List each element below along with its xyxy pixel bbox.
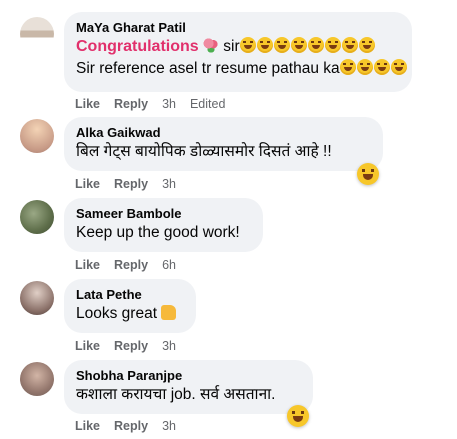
laughing-emoji-icon bbox=[307, 37, 324, 53]
laughing-emoji-icon bbox=[341, 37, 358, 53]
laughing-emoji-icon bbox=[290, 37, 307, 53]
congratulations-text: Congratulations bbox=[76, 38, 199, 55]
comment-text: Keep up the good work! bbox=[76, 224, 240, 241]
laughing-reaction-icon[interactable] bbox=[287, 405, 309, 427]
winking-tongue-emoji-icon bbox=[356, 59, 373, 75]
avatar[interactable] bbox=[20, 119, 54, 153]
timestamp[interactable]: 3h bbox=[162, 97, 176, 111]
reply-button[interactable]: Reply bbox=[114, 97, 148, 111]
comment-text-sir: sir bbox=[218, 38, 240, 55]
thumbs-up-emoji-icon bbox=[161, 305, 177, 320]
reply-button[interactable]: Reply bbox=[114, 339, 148, 353]
author-name[interactable]: Alka Gaikwad bbox=[76, 125, 371, 141]
flower-icon bbox=[202, 37, 219, 53]
comment-actions: Like Reply 3h bbox=[75, 418, 176, 434]
comment-actions: Like Reply 3h bbox=[75, 176, 176, 192]
laughing-emoji-icon bbox=[358, 37, 375, 53]
like-button[interactable]: Like bbox=[75, 177, 100, 191]
author-name[interactable]: MaYa Gharat Patil bbox=[76, 20, 400, 36]
laughing-emoji-icon bbox=[324, 37, 341, 53]
comment-text: कशाला करायचा job. सर्व असताना. bbox=[76, 386, 276, 403]
reply-button[interactable]: Reply bbox=[114, 419, 148, 433]
avatar[interactable] bbox=[20, 200, 54, 234]
comment-text: Looks great bbox=[76, 303, 184, 325]
comment-actions: Like Reply 6h bbox=[75, 257, 176, 273]
like-button[interactable]: Like bbox=[75, 97, 100, 111]
laughing-emoji-icon bbox=[256, 37, 273, 53]
author-name[interactable]: Sameer Bambole bbox=[76, 206, 251, 222]
reply-button[interactable]: Reply bbox=[114, 177, 148, 191]
avatar[interactable] bbox=[20, 17, 54, 51]
laughing-emoji-icon bbox=[239, 37, 256, 53]
comment-bubble: Alka Gaikwad बिल गेट्स बायोपिक डोळ्यासमो… bbox=[64, 117, 383, 171]
avatar[interactable] bbox=[20, 362, 54, 396]
edited-label[interactable]: Edited bbox=[190, 97, 225, 111]
comment-actions: Like Reply 3h bbox=[75, 338, 176, 354]
timestamp[interactable]: 6h bbox=[162, 258, 176, 272]
comment-bubble: Sameer Bambole Keep up the good work! bbox=[64, 198, 263, 252]
comment-text: बिल गेट्स बायोपिक डोळ्यासमोर दिसतं आहे !… bbox=[76, 143, 332, 160]
comment-bubble: Shobha Paranjpe कशाला करायचा job. सर्व अ… bbox=[64, 360, 313, 414]
timestamp[interactable]: 3h bbox=[162, 339, 176, 353]
author-name[interactable]: Shobha Paranjpe bbox=[76, 368, 301, 384]
winking-tongue-emoji-icon bbox=[373, 59, 390, 75]
laughing-emoji-icon bbox=[273, 37, 290, 53]
timestamp[interactable]: 3h bbox=[162, 419, 176, 433]
laughing-reaction-icon[interactable] bbox=[357, 163, 379, 185]
comment-bubble: Lata Pethe Looks great bbox=[64, 279, 196, 333]
like-button[interactable]: Like bbox=[75, 419, 100, 433]
comment-text: Congratulations sir bbox=[76, 36, 400, 58]
laughing-emoji-icon bbox=[390, 59, 407, 75]
comment-text-line-2: Sir reference asel tr resume pathau ka bbox=[76, 58, 407, 80]
like-button[interactable]: Like bbox=[75, 339, 100, 353]
avatar[interactable] bbox=[20, 281, 54, 315]
reply-button[interactable]: Reply bbox=[114, 258, 148, 272]
comment-actions: Like Reply 3h Edited bbox=[75, 96, 225, 112]
author-name[interactable]: Lata Pethe bbox=[76, 287, 184, 303]
grinning-emoji-icon bbox=[339, 59, 356, 75]
timestamp[interactable]: 3h bbox=[162, 177, 176, 191]
like-button[interactable]: Like bbox=[75, 258, 100, 272]
comment-bubble: MaYa Gharat Patil Congratulations sir Si… bbox=[64, 12, 412, 92]
